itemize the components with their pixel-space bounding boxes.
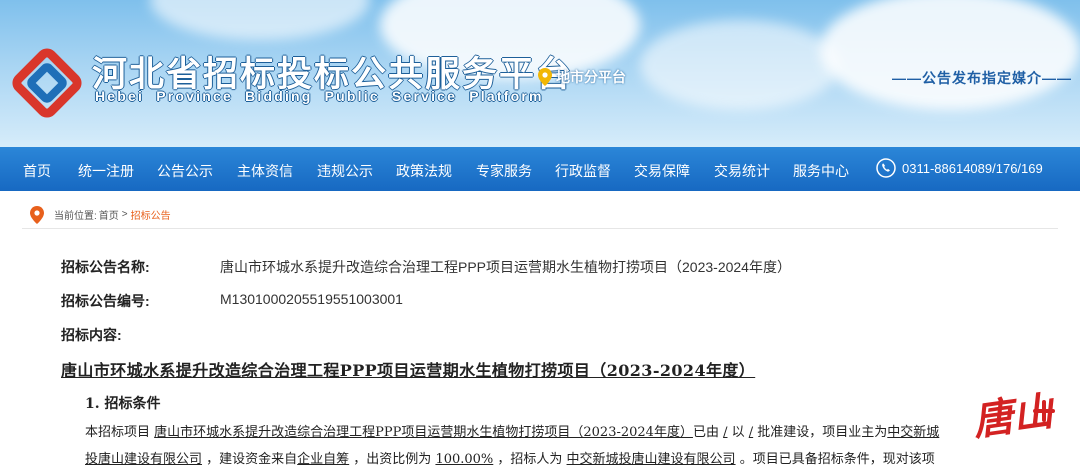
- breadcrumb-home[interactable]: 首页: [99, 207, 119, 222]
- breadcrumb: 当前位置: 首页 > 招标公告: [22, 201, 1058, 229]
- tangshan-plus-watermark: 唐山: [972, 387, 1059, 444]
- nav-credit[interactable]: 主体资信: [237, 161, 293, 181]
- text-fragment: ，建设资金来自: [202, 452, 298, 467]
- site-header: 河北省招标投标公共服务平台 Hebei Province Bidding Pub…: [0, 0, 1080, 147]
- cloud-decoration: [640, 20, 840, 110]
- phone-icon: [876, 158, 896, 178]
- header-slogan: ——公告发布指定媒介——: [892, 70, 1072, 86]
- paragraph-line-2: 投唐山建设有限公司 ，建设资金来自企业自筹 ，出资比例为 100.00% ，招标…: [85, 448, 935, 467]
- cloud-decoration: [820, 0, 1080, 110]
- nav-service[interactable]: 服务中心: [793, 161, 849, 181]
- city-link-label: 地市分平台: [556, 69, 626, 85]
- phone-number: 0311-88614089/176/169: [902, 160, 1043, 176]
- project-name: 唐山市环城水系提升改造综合治理工程PPP项目运营期水生植物打捞项目（2023-2…: [154, 425, 693, 440]
- document-title: 唐山市环城水系提升改造综合治理工程PPP项目运营期水生植物打捞项目（2023-2…: [61, 361, 756, 380]
- nav-supervision[interactable]: 行政监督: [555, 161, 611, 181]
- funding-ratio: 100.00%: [435, 452, 494, 467]
- nav-guarantee[interactable]: 交易保障: [634, 161, 690, 181]
- text-fragment: 以: [727, 425, 749, 440]
- cloud-decoration: [150, 0, 370, 40]
- notice-name-label: 招标公告名称:: [61, 259, 150, 275]
- breadcrumb-separator: >: [121, 209, 128, 220]
- text-fragment: 。项目已具备招标条件，现对该项: [735, 452, 935, 467]
- project-owner: 中交新城: [887, 425, 940, 440]
- project-owner-cont: 投唐山建设有限公司: [85, 452, 203, 467]
- nav-home[interactable]: 首页: [23, 161, 51, 181]
- location-pin-icon: [538, 68, 552, 86]
- text-fragment: 已由: [692, 425, 724, 440]
- service-phone: 0311-88614089/176/169: [876, 158, 1043, 178]
- location-pin-icon: [30, 205, 44, 224]
- text-fragment: ，出资比例为: [349, 452, 436, 467]
- breadcrumb-prefix: 当前位置:: [54, 211, 97, 222]
- notice-name-value: 唐山市环城水系提升改造综合治理工程PPP项目运营期水生植物打捞项目（2023-2…: [220, 259, 791, 275]
- site-subtitle: Hebei Province Bidding Public Service Pl…: [95, 88, 544, 104]
- text-fragment: 批准建设，项目业主为: [753, 425, 888, 440]
- notice-code-value: M1301000205519551003001: [220, 291, 403, 307]
- nav-announcements[interactable]: 公告公示: [157, 161, 213, 181]
- nav-policy[interactable]: 政策法规: [396, 161, 452, 181]
- main-nav: 首页 统一注册 公告公示 主体资信 违规公示 政策法规 专家服务 行政监督 交易…: [0, 147, 1080, 191]
- nav-violations[interactable]: 违规公示: [317, 161, 373, 181]
- nav-statistics[interactable]: 交易统计: [714, 161, 770, 181]
- text-fragment: ，招标人为: [493, 452, 567, 467]
- nav-experts[interactable]: 专家服务: [476, 161, 532, 181]
- notice-code-label: 招标公告编号:: [61, 293, 150, 309]
- tenderer-name: 中交新城投唐山建设有限公司: [566, 452, 736, 467]
- text-fragment: 本招标项目: [85, 425, 155, 440]
- breadcrumb-current[interactable]: 招标公告: [131, 207, 171, 222]
- site-logo[interactable]: [8, 44, 86, 122]
- city-subplatform-link[interactable]: 地市分平台: [538, 67, 626, 87]
- section-heading: 1. 招标条件: [85, 396, 161, 412]
- notice-content-label: 招标内容:: [61, 327, 122, 343]
- paragraph-line-1: 本招标项目 唐山市环城水系提升改造综合治理工程PPP项目运营期水生植物打捞项目（…: [85, 421, 939, 440]
- funding-source: 企业自筹: [297, 452, 350, 467]
- nav-registration[interactable]: 统一注册: [78, 161, 134, 181]
